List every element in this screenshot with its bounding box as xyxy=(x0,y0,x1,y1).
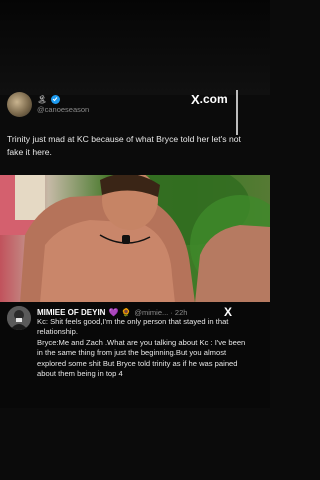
display-name-icons: 🏝 xyxy=(37,94,48,104)
video-frame[interactable] xyxy=(0,175,270,303)
display-name[interactable]: MIMIEE OF DEYIN xyxy=(37,308,105,317)
sunflower-icon: 🌻 xyxy=(121,307,132,317)
person-avatar-icon xyxy=(7,306,31,330)
purple-heart-icon: 💜 xyxy=(108,307,119,317)
divider-bar xyxy=(236,90,238,135)
top-background xyxy=(0,0,270,95)
avatar[interactable] xyxy=(7,306,31,330)
tweet1-text: Trinity just mad at KC because of what B… xyxy=(7,134,241,157)
person-photo-icon xyxy=(0,175,270,303)
x-logo: X .com xyxy=(191,91,228,107)
x-logo-icon: X xyxy=(191,91,200,107)
avatar[interactable] xyxy=(7,92,32,117)
x-logo-domain: .com xyxy=(199,92,228,106)
tweet2-text: Kc: Shit feels good,I'm the only person … xyxy=(37,317,246,379)
verified-icon xyxy=(50,94,60,104)
tweet1-name-row: 🏝 xyxy=(37,93,60,105)
tweet2-handle-time[interactable]: @mimie... · 22h xyxy=(134,308,187,317)
tweet1-handle[interactable]: @canoeseason xyxy=(37,105,89,114)
